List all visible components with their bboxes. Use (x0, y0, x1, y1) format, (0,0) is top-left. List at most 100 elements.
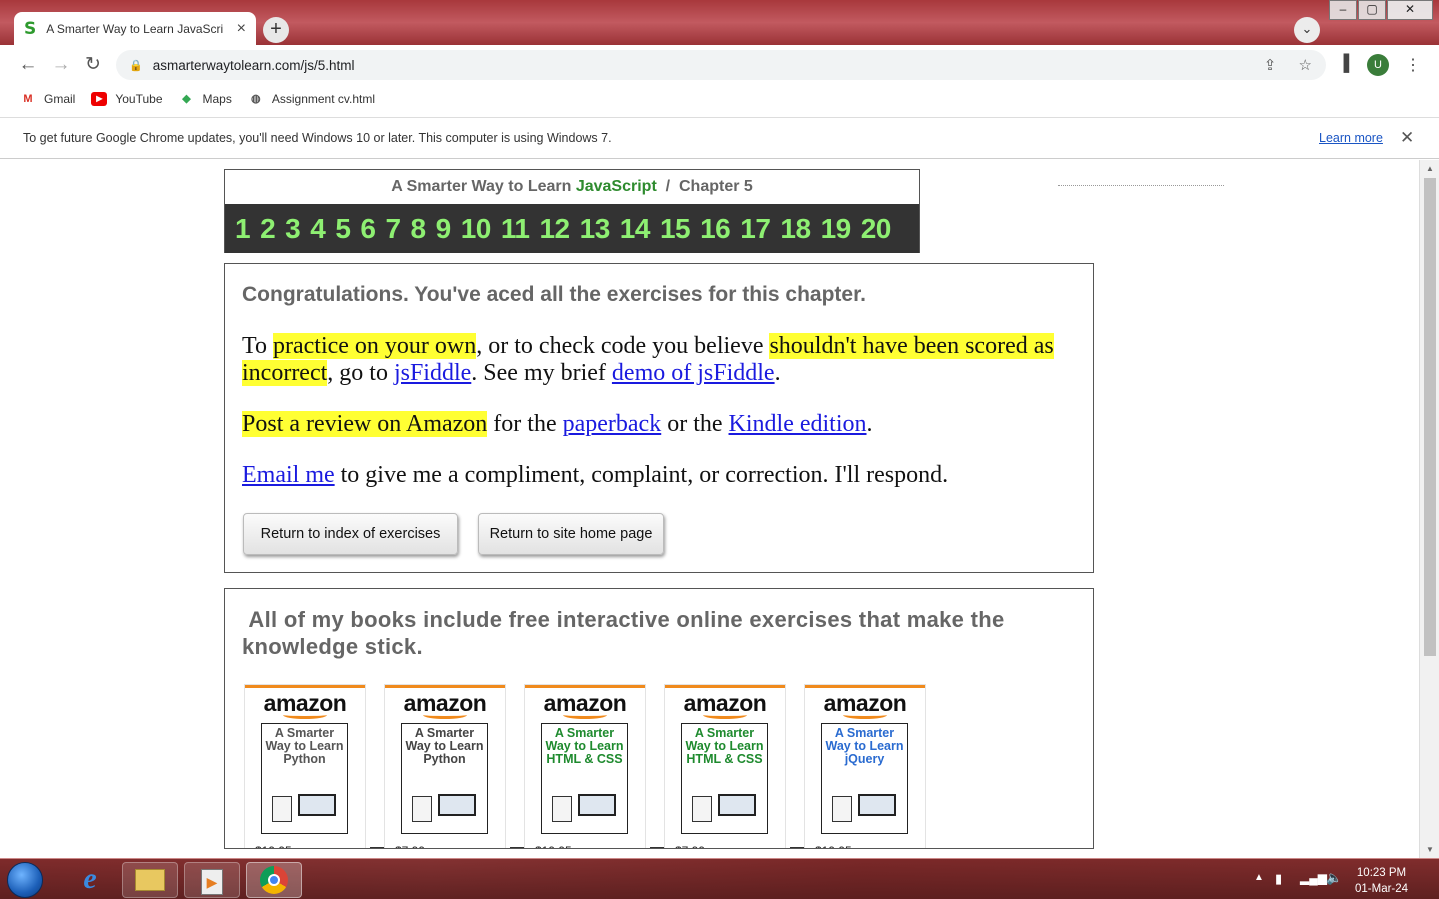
chapter-link-19[interactable]: 19 (821, 213, 852, 245)
chapter-link-7[interactable]: 7 (385, 213, 401, 245)
chapter-link-13[interactable]: 13 (580, 213, 611, 245)
book-card[interactable]: amazon A Smarter Way to Learn HTML & CSS $… (664, 684, 786, 848)
menu-dots-icon[interactable]: ⋮ (1405, 55, 1421, 75)
forward-arrow-icon[interactable]: → (50, 55, 72, 75)
book-card[interactable]: amazon A Smarter Way to Learn jQuery $19.9… (804, 684, 926, 848)
internet-explorer-icon[interactable]: e (62, 862, 118, 898)
reload-icon[interactable]: ↻ (82, 55, 104, 75)
media-player-icon[interactable]: ▶ (184, 862, 240, 898)
page-viewport: A Smarter Way to Learn JavaScript / Chap… (0, 160, 1439, 858)
book-price: $7.99 Kindle edition (395, 844, 482, 848)
scroll-down-icon[interactable]: ▼ (1426, 845, 1434, 854)
chapter-link-16[interactable]: 16 (700, 213, 731, 245)
chapter-link-6[interactable]: 6 (360, 213, 376, 245)
book-card[interactable]: amazon A Smarter Way to Learn Python $19.9… (244, 684, 366, 848)
maximize-button[interactable]: ▢ (1358, 0, 1386, 20)
active-tab[interactable]: S A Smarter Way to Learn JavaScri × (14, 12, 256, 46)
share-icon[interactable]: ⇪ (1264, 57, 1277, 74)
book-card[interactable]: amazon A Smarter Way to Learn Python $7.99… (384, 684, 506, 848)
cover-title: A Smarter Way to Learn jQuery (825, 726, 904, 766)
bookmark-assignment[interactable]: ◍ Assignment cv.html (248, 92, 375, 106)
chapter-link-15[interactable]: 15 (660, 213, 691, 245)
return-to-index-button[interactable]: Return to index of exercises (243, 513, 458, 555)
chapter-link-5[interactable]: 5 (335, 213, 351, 245)
cover-title: A Smarter Way to Learn Python (265, 726, 344, 766)
windows-taskbar: e ▶ ▲ ▮ ▂▄▆ 🔈 10:23 PM 01-Mar-24 (0, 858, 1439, 899)
minimize-button[interactable]: – (1329, 0, 1357, 20)
chapter-link-10[interactable]: 10 (461, 213, 492, 245)
infobar-message: To get future Google Chrome updates, you… (23, 131, 612, 145)
scroll-up-icon[interactable]: ▲ (1426, 164, 1434, 173)
system-clock[interactable]: 10:23 PM 01-Mar-24 (1355, 865, 1408, 897)
tray-expand-icon[interactable]: ▲ (1254, 872, 1264, 883)
chapter-link-18[interactable]: 18 (780, 213, 811, 245)
bookmark-label: Maps (202, 92, 232, 106)
profile-avatar[interactable]: U (1367, 54, 1389, 76)
volume-icon[interactable]: 🔈 (1326, 870, 1342, 886)
side-panel-icon[interactable]: ▐ (1338, 55, 1349, 73)
tab-search-icon[interactable]: ⌄ (1294, 17, 1320, 43)
devices-icon (272, 794, 336, 822)
jsfiddle-demo-link[interactable]: demo of jsFiddle (612, 360, 775, 386)
chapter-link-1[interactable]: 1 (235, 213, 251, 245)
close-infobar-icon[interactable]: ✕ (1400, 128, 1414, 148)
back-arrow-icon[interactable]: ← (17, 55, 39, 75)
browser-window: S A Smarter Way to Learn JavaScri × + ⌄ … (0, 0, 1439, 858)
star-icon[interactable]: ☆ (1299, 57, 1312, 74)
close-tab-icon[interactable]: × (237, 20, 246, 38)
start-button[interactable] (7, 862, 43, 898)
book-cover[interactable]: A Smarter Way to Learn HTML & CSS (541, 723, 628, 834)
chapter-link-11[interactable]: 11 (501, 213, 530, 245)
amazon-logo-icon: amazon (263, 690, 347, 716)
book-price: $19.95 (535, 844, 572, 848)
globe-icon: ◍ (251, 93, 261, 105)
devices-icon (412, 794, 476, 822)
book-card[interactable]: amazon A Smarter Way to Learn HTML & CSS $… (524, 684, 646, 848)
book-price: $19.95 (815, 844, 852, 848)
chapter-link-4[interactable]: 4 (310, 213, 326, 245)
chapter-link-9[interactable]: 9 (436, 213, 452, 245)
learn-more-link[interactable]: Learn more (1319, 131, 1383, 145)
books-panel: All of my books include free interactive… (224, 588, 1094, 849)
card-top-bar (245, 685, 365, 688)
network-signal-icon[interactable]: ▂▄▆ (1300, 871, 1327, 885)
bookmark-gmail[interactable]: M Gmail (20, 92, 75, 106)
chapter-link-14[interactable]: 14 (620, 213, 651, 245)
return-to-home-button[interactable]: Return to site home page (478, 513, 664, 555)
chapter-link-8[interactable]: 8 (411, 213, 427, 245)
chapter-link-2[interactable]: 2 (260, 213, 276, 245)
chapter-link-17[interactable]: 17 (740, 213, 771, 245)
lock-icon[interactable]: 🔒 (129, 59, 143, 72)
book-cover[interactable]: A Smarter Way to Learn jQuery (821, 723, 908, 834)
close-window-button[interactable]: ✕ (1387, 0, 1433, 20)
devices-icon (832, 794, 896, 822)
chrome-taskbar-icon[interactable] (246, 862, 302, 898)
devices-icon (552, 794, 616, 822)
url-text: asmarterwaytolearn.com/js/5.html (152, 57, 355, 73)
review-paragraph: Post a review on Amazon for the paperbac… (242, 411, 873, 437)
jsfiddle-link[interactable]: jsFiddle (394, 360, 471, 386)
bookmark-label: Assignment cv.html (271, 92, 375, 106)
scroll-thumb[interactable] (1424, 178, 1436, 656)
book-cover[interactable]: A Smarter Way to Learn Python (261, 723, 348, 834)
window-controls: – ▢ ✕ (1328, 0, 1433, 20)
chapter-link-20[interactable]: 20 (861, 213, 892, 245)
book-cover[interactable]: A Smarter Way to Learn HTML & CSS (681, 723, 768, 834)
page-scrollbar[interactable]: ▲ ▼ (1419, 160, 1439, 858)
kindle-edition-link[interactable]: Kindle edition (729, 411, 867, 437)
practice-paragraph: To practice on your own, or to check cod… (242, 333, 1054, 386)
chapter-nav: 1 2 3 4 5 6 7 8 9 10 11 12 13 14 15 16 17 18 19 20 (225, 204, 919, 253)
battery-icon[interactable]: ▮ (1275, 871, 1282, 887)
bookmark-youtube[interactable]: ▶ YouTube (91, 92, 163, 106)
card-top-bar (805, 685, 925, 688)
email-me-link[interactable]: Email me (242, 462, 335, 488)
bookmark-maps[interactable]: ◆ Maps (179, 92, 232, 106)
chapter-link-12[interactable]: 12 (539, 213, 570, 245)
chapter-link-3[interactable]: 3 (285, 213, 301, 245)
new-tab-button[interactable]: + (263, 17, 289, 43)
card-separator (510, 847, 524, 848)
book-cover[interactable]: A Smarter Way to Learn Python (401, 723, 488, 834)
paperback-link[interactable]: paperback (563, 411, 662, 437)
file-explorer-icon[interactable] (122, 862, 178, 898)
address-bar[interactable]: 🔒 asmarterwaytolearn.com/js/5.html ⇪ ☆ (116, 50, 1326, 80)
